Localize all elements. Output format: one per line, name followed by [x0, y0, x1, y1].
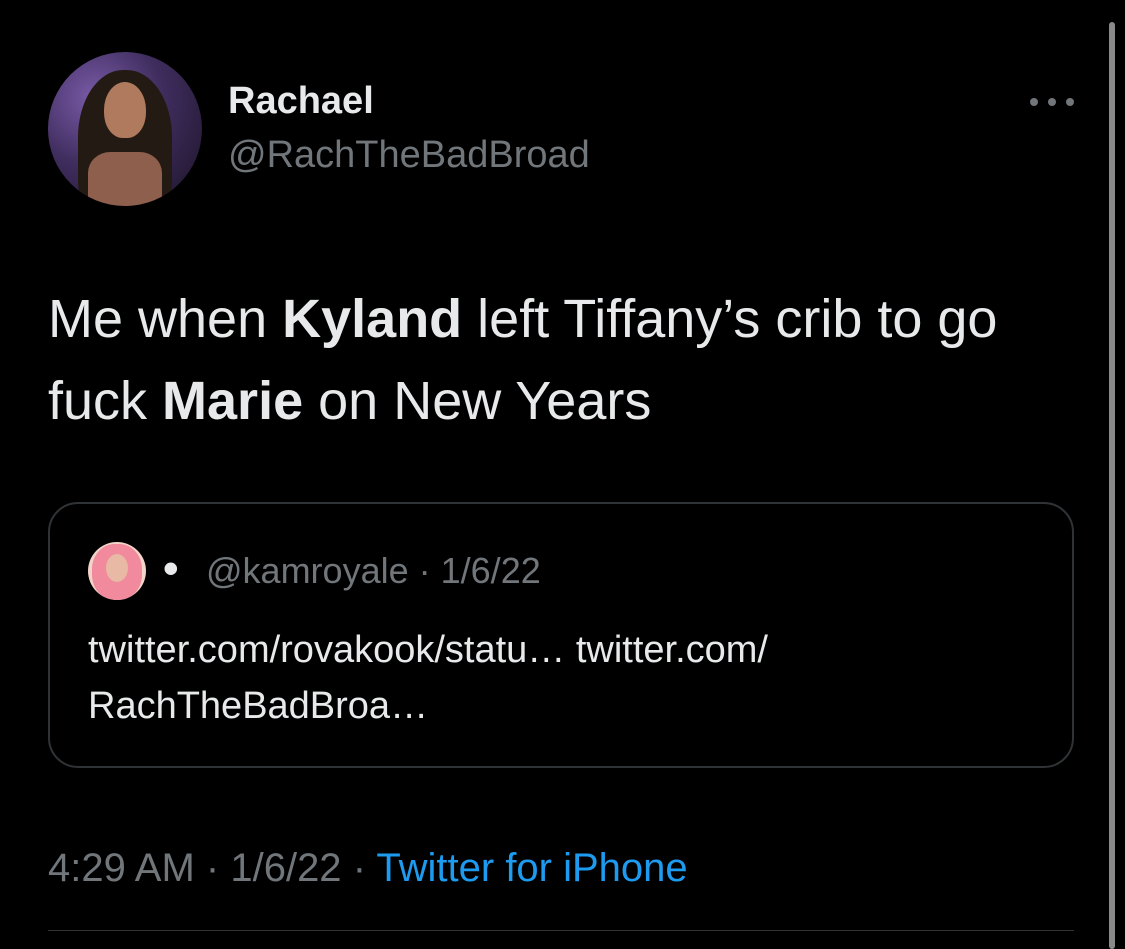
avatar-face — [104, 82, 146, 138]
tweet-text-bold: Marie — [162, 371, 304, 431]
tweet-text: Me when Kyland left Tiffany’s crib to go… — [48, 278, 1058, 442]
scrollbar[interactable] — [1109, 22, 1115, 949]
tweet-text-bold: Kyland — [282, 289, 463, 349]
quoted-tweet-line: twitter.com/rovakook/statu… twitter.com/ — [88, 629, 768, 671]
user-handle[interactable]: @RachTheBadBroad — [228, 134, 590, 177]
quoted-user-handle: @kamroyale — [206, 550, 409, 591]
more-dot — [1066, 98, 1074, 106]
quoted-tweet-text: twitter.com/rovakook/statu… twitter.com/… — [88, 622, 1048, 734]
avatar-body — [88, 152, 162, 206]
more-options-icon[interactable] — [1030, 92, 1074, 112]
divider — [48, 930, 1074, 931]
tweet-text-part: Me when — [48, 289, 283, 349]
tweet-meta: 4:29 AM · 1/6/22 · Twitter for iPhone — [48, 846, 688, 891]
quoted-user-avatar — [88, 542, 146, 600]
tweet-time: 4:29 AM — [48, 846, 195, 890]
quoted-tweet-line: RachTheBadBroa… — [88, 685, 429, 727]
tweet-date: 1/6/22 — [230, 846, 342, 890]
meta-separator: · — [418, 550, 431, 591]
quoted-user-meta: @kamroyale · 1/6/22 — [206, 550, 541, 592]
more-dot — [1030, 98, 1038, 106]
quoted-user-name: ꔷ — [162, 550, 180, 591]
tweet-text-part: on New Years — [303, 371, 652, 431]
meta-separator: · — [205, 846, 220, 890]
display-name[interactable]: Rachael — [228, 80, 374, 123]
tweet-source-link[interactable]: Twitter for iPhone — [376, 846, 687, 890]
quoted-tweet-date: 1/6/22 — [440, 550, 541, 591]
meta-separator: · — [352, 846, 367, 890]
quoted-tweet-card[interactable]: ꔷ @kamroyale · 1/6/22 twitter.com/rovako… — [48, 502, 1074, 768]
quoted-avatar-face — [106, 554, 128, 582]
more-dot — [1048, 98, 1056, 106]
user-avatar[interactable] — [48, 52, 202, 206]
